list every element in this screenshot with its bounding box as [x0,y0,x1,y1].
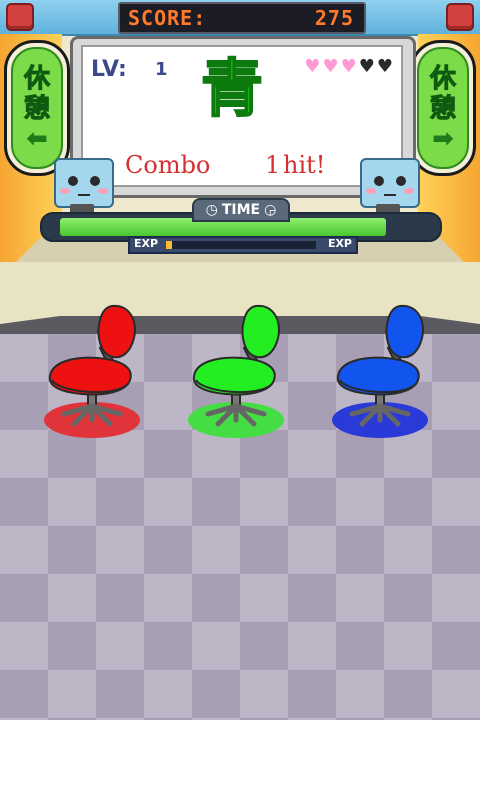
word-board: LV: 1 青 ♥ ♥ ♥ ♥ ♥ Combo 1 hit! [81,45,403,187]
exp-track [166,241,316,249]
chair-blue[interactable] [322,300,442,450]
level-label: LV: [91,57,127,82]
heart-full-icon: ♥ [322,56,339,77]
time-tab: ◷ TIME ◶ [192,198,290,222]
time-label: TIME [221,202,261,218]
clock-icon: ◷ [205,202,218,218]
rest-left-kanji-bottom: 憩 [23,94,50,125]
score-value: 275 [314,6,354,30]
robot-mascot-right [358,156,420,216]
rest-right-kanji-top: 休 [429,64,456,95]
score-label: SCORE: [128,6,207,30]
top-bar: SCORE: 275 [0,0,480,36]
rest-left-inner: 休 憩 ⬅ [11,47,63,169]
rest-right-kanji-bottom: 憩 [429,94,456,125]
combo-count: 1 [265,151,281,179]
target-word: 青 [200,52,264,126]
arrow-right-icon: ➡ [432,124,454,154]
rest-right-button[interactable]: 休 憩 ➡ [410,40,476,176]
level-value: 1 [155,59,168,80]
chair-green[interactable] [178,300,298,450]
exp-label-left: EXP [134,237,159,250]
score-panel: SCORE: 275 [118,2,366,34]
heart-empty-icon: ♥ [376,56,393,77]
right-corner-button[interactable] [446,3,474,31]
exp-bar: EXP EXP [128,236,358,254]
chair-green-graphic [188,304,284,438]
clock-icon: ◶ [264,202,277,218]
heart-empty-icon: ♥ [358,56,375,77]
left-corner-button[interactable] [6,3,34,31]
chair-blue-graphic [332,304,428,438]
heart-full-icon: ♥ [340,56,357,77]
combo-unit: hit! [283,151,326,179]
game-stage: SCORE: 275 休 憩 ⬅ 休 憩 ➡ LV: 1 青 ♥ ♥ ♥ ♥ ♥ Com… [0,0,480,720]
rest-right-inner: 休 憩 ➡ [417,47,469,169]
exp-fill [166,241,172,249]
arrow-left-icon: ⬅ [26,124,48,154]
combo-label: Combo [125,151,211,179]
robot-mascot-left [52,156,114,216]
chair-red[interactable] [34,300,154,450]
exp-label-right: EXP [327,237,352,250]
lives-hearts: ♥ ♥ ♥ ♥ ♥ [304,57,393,77]
heart-full-icon: ♥ [304,56,321,77]
rest-left-kanji-top: 休 [23,64,50,95]
chair-red-graphic [44,304,140,438]
